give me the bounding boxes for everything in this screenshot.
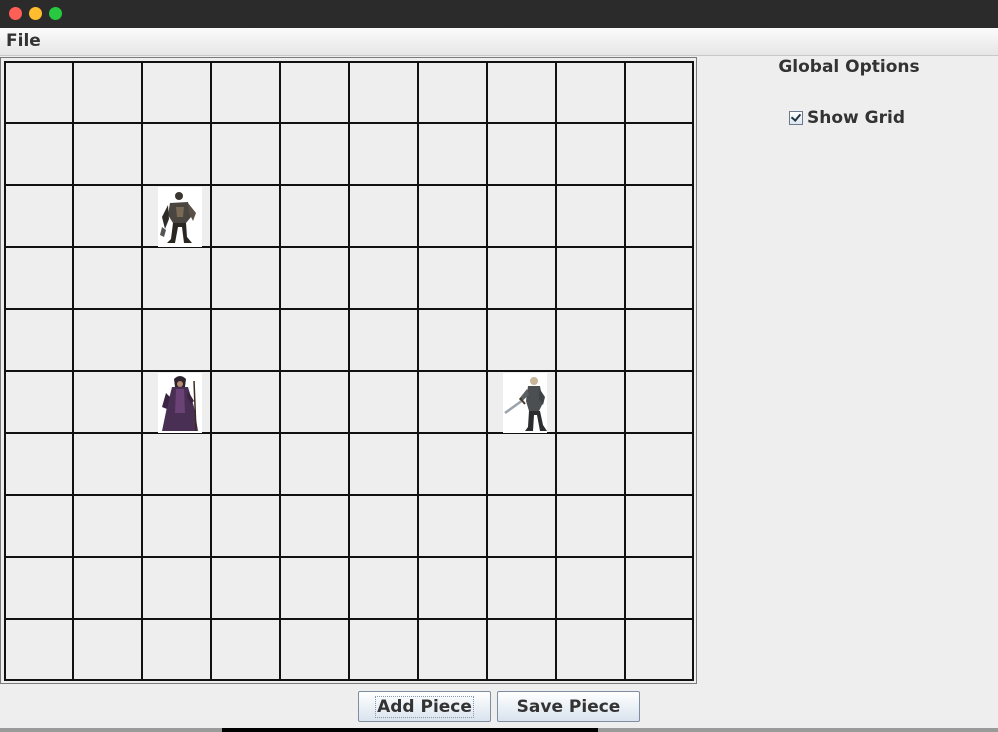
save-piece-label: Save Piece: [516, 696, 621, 717]
piece-hooded-sorcerer[interactable]: [158, 373, 202, 433]
desktop-strip-dark: [222, 728, 598, 732]
grid-line-horizontal: [4, 370, 694, 372]
show-grid-checkbox[interactable]: [789, 111, 803, 125]
grid-line-horizontal: [4, 679, 694, 681]
game-board-grid[interactable]: [4, 61, 694, 681]
grid-line-horizontal: [4, 61, 694, 63]
minimize-window-button[interactable]: [29, 7, 42, 20]
maximize-window-button[interactable]: [49, 7, 62, 20]
grid-line-horizontal: [4, 246, 694, 248]
grid-line-horizontal: [4, 432, 694, 434]
grid-line-horizontal: [4, 184, 694, 186]
add-piece-button[interactable]: Add Piece: [358, 691, 491, 722]
show-grid-toggle[interactable]: Show Grid: [789, 108, 905, 128]
global-options-title: Global Options: [778, 57, 920, 77]
grid-line-horizontal: [4, 122, 694, 124]
save-piece-button[interactable]: Save Piece: [497, 691, 640, 722]
menu-bar: File: [0, 28, 998, 56]
desktop-strip: [0, 728, 998, 732]
piece-armored-warrior[interactable]: [158, 187, 202, 247]
piece-sword-knight[interactable]: [503, 373, 547, 433]
grid-line-horizontal: [4, 556, 694, 558]
grid-line-horizontal: [4, 618, 694, 620]
close-window-button[interactable]: [9, 7, 22, 20]
add-piece-label: Add Piece: [375, 695, 474, 718]
window-titlebar: [0, 0, 998, 28]
grid-line-horizontal: [4, 308, 694, 310]
menu-file[interactable]: File: [6, 31, 41, 51]
show-grid-label[interactable]: Show Grid: [807, 108, 905, 128]
grid-line-horizontal: [4, 494, 694, 496]
